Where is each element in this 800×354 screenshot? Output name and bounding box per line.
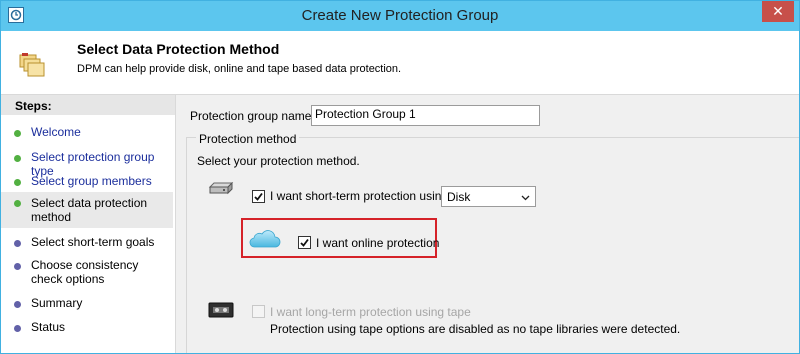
checkmark-icon [254, 192, 263, 201]
steps-sidebar: Steps: Welcome Select protection group t… [1, 95, 176, 353]
steps-title: Steps: [15, 99, 52, 113]
step-pending-dot [14, 263, 21, 270]
tape-protection-checkbox[interactable] [252, 305, 265, 318]
page-title: Select Data Protection Method [77, 41, 280, 57]
step-label[interactable]: Select group members [31, 174, 152, 188]
step-select-short-term-goals: Select short-term goals [1, 235, 173, 251]
online-protection-checkbox[interactable] [298, 236, 311, 249]
close-button[interactable]: ✕ [762, 1, 794, 22]
step-done-dot [14, 155, 21, 162]
steps-header: Steps: [1, 95, 175, 115]
step-pending-dot [14, 301, 21, 308]
step-label: Select data protection method [31, 196, 148, 224]
step-current-dot [14, 200, 21, 207]
title-bar[interactable]: Create New Protection Group ✕ [1, 1, 799, 31]
step-select-data-protection-method[interactable]: Select data protection method [1, 192, 173, 228]
step-done-dot [14, 179, 21, 186]
step-label[interactable]: Welcome [31, 125, 81, 139]
chevron-down-icon [521, 195, 530, 201]
dialog-window: Create New Protection Group ✕ Select Dat… [0, 0, 800, 354]
short-term-label[interactable]: I want short-term protection using: [270, 189, 451, 203]
close-icon: ✕ [772, 3, 784, 19]
step-pending-dot [14, 325, 21, 332]
step-select-protection-group-type[interactable]: Select protection group type [1, 150, 173, 178]
cloud-icon [249, 229, 281, 252]
short-term-media-select[interactable]: Disk [441, 186, 536, 207]
step-label: Select short-term goals [31, 235, 155, 249]
step-label: Summary [31, 296, 83, 310]
tape-protection-label: I want long-term protection using tape [270, 305, 471, 319]
checkmark-icon [300, 238, 309, 247]
tape-drive-icon [208, 302, 234, 321]
step-pending-dot [14, 240, 21, 247]
short-term-checkbox[interactable] [252, 190, 265, 203]
tape-disabled-note: Protection using tape options are disabl… [270, 322, 681, 336]
step-choose-consistency-check-options: Choose consistency check options [1, 258, 173, 288]
step-welcome[interactable]: Welcome [1, 125, 173, 141]
group-name-label: Protection group name: [190, 109, 315, 123]
step-status: Status [1, 320, 173, 336]
folders-icon [18, 51, 48, 82]
group-name-input[interactable]: Protection Group 1 [311, 105, 540, 126]
protection-method-description: Select your protection method. [197, 154, 360, 168]
step-summary: Summary [1, 296, 173, 312]
online-protection-label[interactable]: I want online protection [316, 236, 439, 250]
step-label: Status [31, 320, 66, 334]
protection-method-title: Protection method [196, 132, 300, 146]
hard-drive-icon [208, 181, 234, 199]
step-label: Choose consistency check options [31, 258, 139, 286]
main-content: Protection group name: Protection Group … [176, 95, 799, 353]
window-title: Create New Protection Group [301, 7, 499, 24]
step-select-group-members[interactable]: Select group members [1, 174, 173, 190]
step-done-dot [14, 130, 21, 137]
short-term-media-value: Disk [447, 190, 471, 204]
page-subtitle: DPM can help provide disk, online and ta… [77, 63, 402, 75]
page-header: Select Data Protection Method DPM can he… [1, 31, 799, 95]
